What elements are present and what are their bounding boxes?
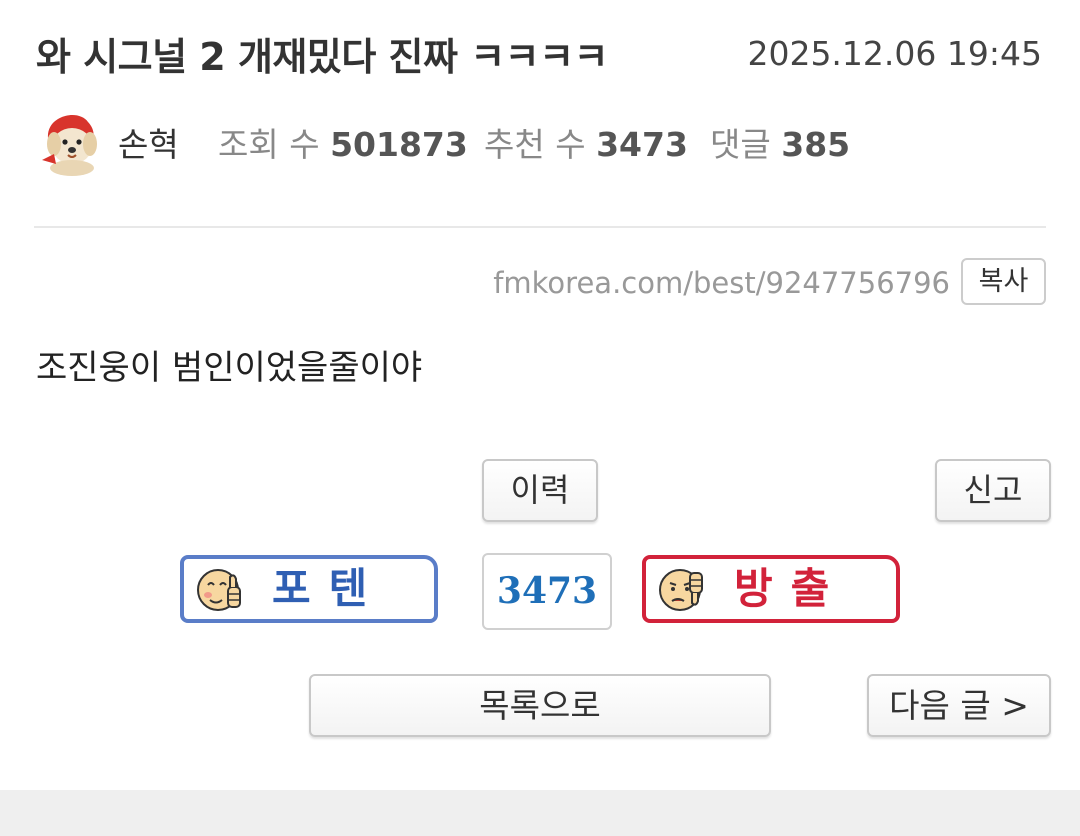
- comments-label: 댓글: [710, 125, 771, 164]
- recommend-stat: 추천 수 3473: [484, 118, 688, 166]
- next-post-button[interactable]: 다음 글 >: [867, 674, 1051, 737]
- views-stat: 조회 수 501873: [218, 118, 468, 166]
- post-title: 와 시그널 2 개재밌다 진짜 ㅋㅋㅋㅋ: [36, 35, 609, 79]
- comments-stat: 댓글 385: [710, 118, 850, 166]
- recommend-label: 추천 수: [484, 125, 586, 164]
- views-count: 501873: [330, 125, 468, 164]
- downvote-button[interactable]: 방출: [642, 555, 900, 623]
- upvote-label: 포텐: [272, 564, 386, 613]
- post-body: 조진웅이 범인이었을줄이야: [36, 348, 423, 388]
- post-page: 와 시그널 2 개재밌다 진짜 ㅋㅋㅋㅋ 2025.12.06 19:45 손혁: [0, 0, 1080, 836]
- footer-bar: [0, 790, 1080, 836]
- history-button[interactable]: 이력: [482, 459, 598, 522]
- header-divider: [34, 226, 1046, 228]
- post-meta: 손혁 조회 수 501873 추천 수 3473 댓글 385: [38, 104, 1048, 176]
- thumbs-up-face-icon: [196, 565, 246, 615]
- recommend-count: 3473: [596, 125, 688, 164]
- comments-count: 385: [781, 125, 851, 164]
- puppy-avatar-icon[interactable]: [38, 108, 102, 176]
- views-label: 조회 수: [218, 125, 320, 164]
- back-to-list-button[interactable]: 목록으로: [309, 674, 771, 737]
- post-date: 2025.12.06 19:45: [747, 34, 1042, 73]
- copy-url-button[interactable]: 복사: [961, 258, 1046, 305]
- thumbs-down-face-icon: [658, 565, 708, 615]
- report-button[interactable]: 신고: [935, 459, 1051, 522]
- upvote-button[interactable]: 포텐: [180, 555, 438, 623]
- author-name[interactable]: 손혁: [118, 118, 179, 166]
- vote-count: 3473: [482, 553, 612, 630]
- downvote-label: 방출: [734, 564, 848, 613]
- post-url[interactable]: fmkorea.com/best/9247756796: [493, 266, 950, 300]
